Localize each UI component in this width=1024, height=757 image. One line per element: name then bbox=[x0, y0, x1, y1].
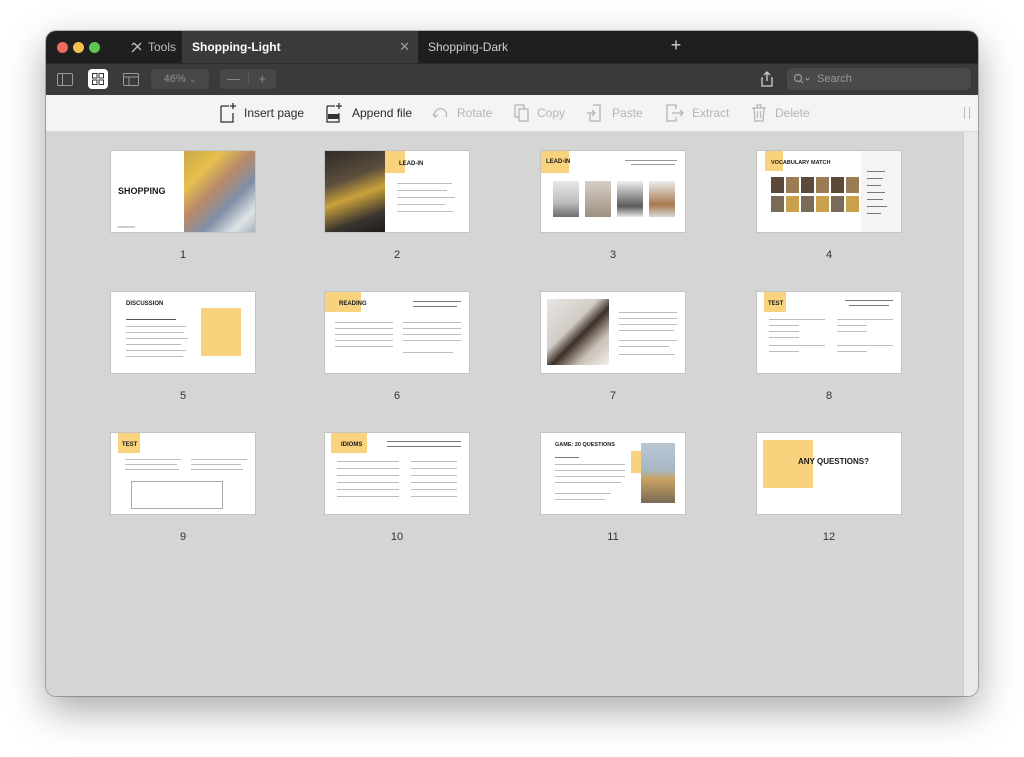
tab-shopping-light[interactable]: Shopping-Light ✕ bbox=[182, 31, 418, 63]
bag-photo bbox=[641, 443, 675, 503]
insert-page-button[interactable]: Insert page bbox=[220, 95, 304, 131]
tools-icon bbox=[131, 42, 142, 52]
slide-title: DISCUSSION bbox=[126, 301, 164, 307]
extract-label: Extract bbox=[692, 106, 730, 120]
rotate-icon bbox=[432, 107, 448, 118]
page-preview: LEAD-IN bbox=[325, 151, 469, 232]
page-number: 3 bbox=[609, 249, 617, 261]
tools-tab-label: Tools bbox=[148, 40, 177, 54]
page-number: 11 bbox=[607, 531, 619, 543]
tab-label: Shopping-Dark bbox=[428, 40, 509, 54]
tab-shopping-dark[interactable]: Shopping-Dark bbox=[420, 31, 666, 63]
tab-bar: Tools Shopping-Light ✕ Shopping-Dark + bbox=[46, 31, 978, 63]
page-number: 2 bbox=[393, 249, 401, 261]
cart-photo bbox=[325, 151, 385, 232]
grid-icon bbox=[92, 73, 104, 85]
sidebar-toggle-button[interactable] bbox=[55, 69, 75, 89]
page-preview bbox=[541, 292, 685, 373]
layout-view-button[interactable] bbox=[121, 69, 141, 89]
frequency-scale bbox=[201, 308, 241, 356]
delete-button[interactable]: Delete bbox=[751, 95, 810, 131]
copy-button[interactable]: Copy bbox=[514, 95, 565, 131]
search-input[interactable] bbox=[817, 73, 967, 85]
slide-title: ANY QUESTIONS? bbox=[798, 457, 869, 466]
slide-title: TEST bbox=[768, 301, 784, 307]
append-file-icon bbox=[326, 103, 342, 123]
layout-icon bbox=[123, 72, 139, 86]
slide-title: GAME: 20 QUESTIONS bbox=[555, 442, 615, 448]
grid-view-button[interactable] bbox=[88, 69, 108, 89]
slide-footer bbox=[117, 226, 135, 228]
page-number: 5 bbox=[179, 390, 187, 402]
zoom-stepper: — + bbox=[220, 69, 276, 89]
tools-tab[interactable]: Tools bbox=[130, 31, 176, 63]
search-field[interactable] bbox=[787, 68, 971, 90]
slide-title: IDIOMS bbox=[341, 442, 363, 448]
toolbar: 46% ⌄ — + bbox=[46, 63, 978, 95]
page-number: 7 bbox=[609, 390, 617, 402]
copy-label: Copy bbox=[537, 106, 566, 120]
close-tab-icon[interactable]: ✕ bbox=[399, 39, 410, 55]
page-preview: VOCABULARY MATCH bbox=[757, 151, 901, 232]
page-number: 12 bbox=[822, 531, 836, 543]
scrollbar[interactable] bbox=[963, 132, 978, 696]
paste-icon bbox=[587, 104, 601, 122]
page-number: 4 bbox=[825, 249, 833, 261]
insert-page-icon bbox=[220, 103, 236, 123]
trash-icon bbox=[752, 104, 766, 122]
minimize-window-button[interactable] bbox=[73, 42, 84, 53]
slide-title: LEAD-IN bbox=[399, 161, 424, 167]
extract-button[interactable]: Extract bbox=[666, 95, 729, 131]
zoom-select[interactable]: 46% ⌄ bbox=[151, 69, 209, 89]
page-number: 8 bbox=[825, 390, 833, 402]
rotate-label: Rotate bbox=[457, 106, 493, 120]
note-box bbox=[131, 481, 223, 509]
page-preview: DISCUSSION bbox=[111, 292, 255, 373]
sidebar-icon bbox=[57, 72, 73, 86]
page-preview: GAME: 20 QUESTIONS bbox=[541, 433, 685, 514]
slide-title: SHOPPING bbox=[118, 186, 166, 196]
page-number: 6 bbox=[393, 390, 401, 402]
page-grid: SHOPPING 1 LEAD-IN 2 LEAD-IN 3 VOCABULAR… bbox=[46, 132, 964, 696]
delete-label: Delete bbox=[775, 106, 810, 120]
zoom-in-button[interactable]: + bbox=[249, 69, 277, 89]
page-preview: LEAD-IN bbox=[541, 151, 685, 232]
page-number: 9 bbox=[179, 531, 187, 543]
copy-icon bbox=[514, 104, 529, 122]
tab-label: Shopping-Light bbox=[192, 40, 281, 54]
search-icon bbox=[793, 73, 810, 84]
share-icon bbox=[761, 71, 773, 87]
page-number: 1 bbox=[179, 249, 187, 261]
page-actions-bar: Insert page Append file Rotate Copy Past… bbox=[46, 95, 978, 132]
new-tab-button[interactable]: + bbox=[668, 35, 684, 56]
chevron-down-icon: ⌄ bbox=[189, 74, 197, 84]
zoom-out-button[interactable]: — bbox=[220, 69, 248, 89]
zoom-value: 46% bbox=[163, 73, 186, 85]
page-preview: TEST bbox=[111, 433, 255, 514]
slide-title: LEAD-IN bbox=[546, 159, 571, 165]
slide-title: READING bbox=[339, 301, 367, 307]
page-preview: IDIOMS bbox=[325, 433, 469, 514]
resize-grip[interactable] bbox=[964, 107, 970, 119]
slide-title: VOCABULARY MATCH bbox=[771, 160, 831, 166]
zoom-window-button[interactable] bbox=[89, 42, 100, 53]
woman-photo bbox=[547, 299, 609, 365]
paste-button[interactable]: Paste bbox=[587, 95, 643, 131]
page-preview: READING bbox=[325, 292, 469, 373]
insert-page-label: Insert page bbox=[244, 106, 305, 120]
rotate-button[interactable]: Rotate bbox=[432, 95, 492, 131]
app-window: Tools Shopping-Light ✕ Shopping-Dark + 4… bbox=[46, 31, 978, 696]
page-number: 10 bbox=[390, 531, 404, 543]
append-file-label: Append file bbox=[352, 106, 413, 120]
append-file-button[interactable]: Append file bbox=[326, 95, 412, 131]
share-button[interactable] bbox=[758, 70, 776, 88]
page-preview: ANY QUESTIONS? bbox=[757, 433, 901, 514]
shopping-photo bbox=[184, 151, 255, 232]
page-preview: TEST bbox=[757, 292, 901, 373]
extract-icon bbox=[666, 104, 684, 122]
slide-title: TEST bbox=[122, 442, 138, 448]
page-preview: SHOPPING bbox=[111, 151, 255, 232]
paste-label: Paste bbox=[612, 106, 643, 120]
close-window-button[interactable] bbox=[57, 42, 68, 53]
